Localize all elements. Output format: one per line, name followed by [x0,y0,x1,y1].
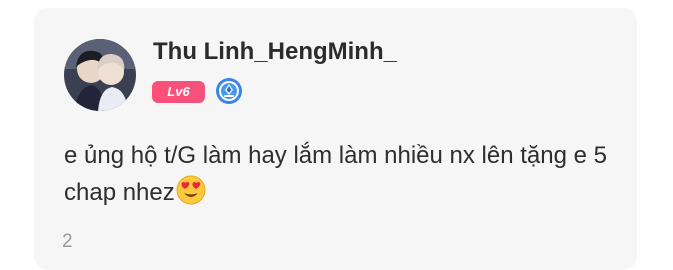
level-badge: Lv6 [152,81,205,103]
avatar-photo [64,39,136,111]
comment-body: e ủng hộ t/G làm hay lắm làm nhiều nx lê… [64,142,607,206]
like-count: 2 [62,231,73,252]
heart-eyes-emoji-icon [176,175,206,205]
avatar[interactable] [64,39,136,111]
comment-text: e ủng hộ t/G làm hay lắm làm nhiều nx lê… [64,137,624,211]
username[interactable]: Thu Linh_HengMinh_ [153,38,397,66]
verified-badge-icon [215,77,243,105]
comment-card: Thu Linh_HengMinh_ Lv6 e ủng hộ t/G làm … [34,8,637,270]
